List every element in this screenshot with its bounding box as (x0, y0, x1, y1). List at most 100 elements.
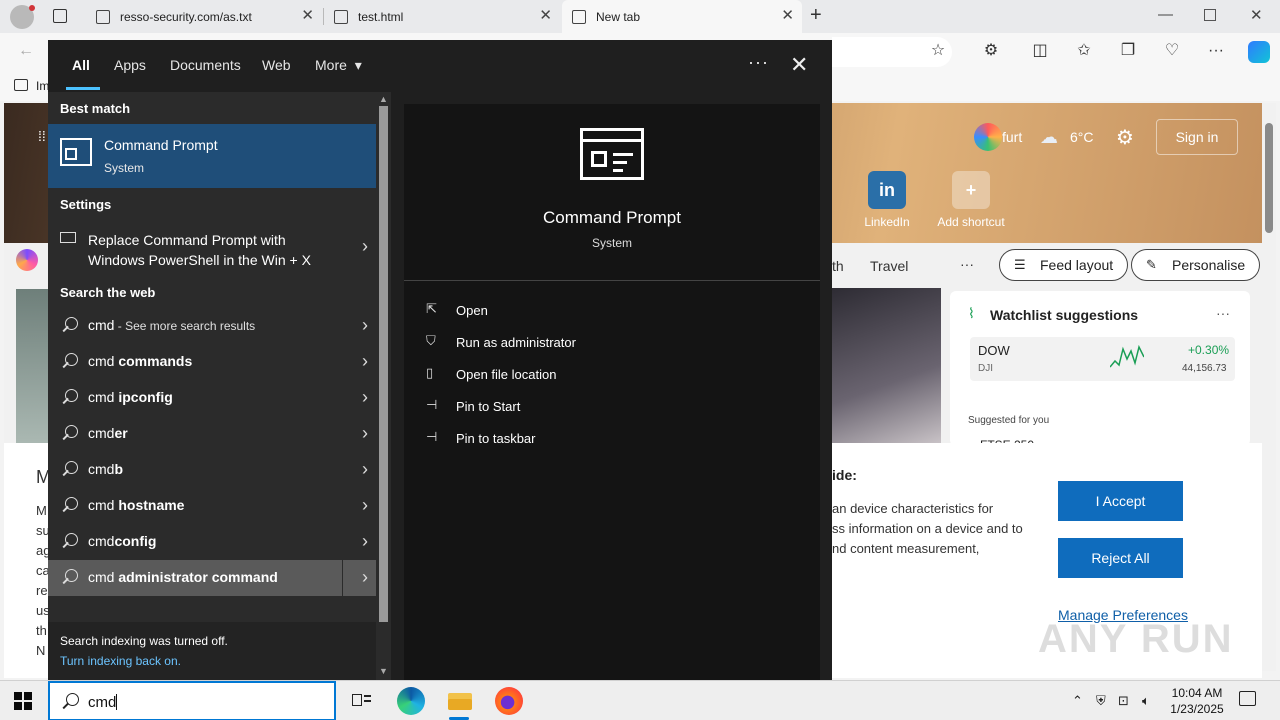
page-scroll-thumb[interactable] (1265, 123, 1273, 233)
settings-more-icon[interactable]: ··· (1206, 41, 1226, 61)
back-icon[interactable]: ← (16, 41, 36, 61)
tab-documents[interactable]: Documents (170, 57, 241, 73)
windows-start-icon[interactable] (14, 692, 32, 710)
profile-notification-dot (29, 5, 35, 11)
chevron-right-icon[interactable]: › (362, 315, 368, 336)
notification-icon[interactable] (1239, 691, 1256, 706)
web-result[interactable]: cmder › (48, 416, 376, 452)
turn-indexing-on-link[interactable]: Turn indexing back on. (60, 654, 181, 668)
copilot-badge-icon[interactable] (974, 123, 1002, 151)
taskbar-search-input[interactable]: cmd (48, 681, 336, 720)
split-screen-icon[interactable]: ◫ (1030, 41, 1050, 61)
start-search-flyout: All Apps Documents Web More ▾ ··· ✕ Best… (48, 40, 832, 680)
weather-temp[interactable]: 6°C (1070, 129, 1094, 145)
favorite-star-icon[interactable]: ☆ (928, 41, 948, 61)
web-result[interactable]: cmd ipconfig › (48, 380, 376, 416)
best-match-command-prompt[interactable]: Command Prompt System (48, 124, 376, 188)
add-icon: + (952, 171, 990, 209)
tab-web[interactable]: Web (262, 57, 291, 73)
close-tab-icon[interactable]: ✕ (781, 8, 794, 24)
close-tab-icon[interactable]: ✕ (301, 8, 314, 24)
more-options-icon[interactable]: ··· (748, 52, 769, 73)
close-tab-icon[interactable]: ✕ (539, 8, 552, 24)
tab-resso-security[interactable]: resso-security.com/as.txt ✕ (86, 0, 322, 33)
chevron-right-icon[interactable]: › (362, 423, 368, 444)
chevron-right-icon[interactable]: › (362, 387, 368, 408)
web-result[interactable]: cmdconfig › (48, 524, 376, 560)
network-icon[interactable]: ⊡ (1118, 693, 1129, 709)
watchlist-title[interactable]: Watchlist suggestions (990, 307, 1138, 323)
web-result[interactable]: cmd commands › (48, 344, 376, 380)
apps-launcher-icon[interactable]: ⁞⁞ (38, 128, 46, 144)
task-view-icon[interactable] (347, 687, 375, 715)
extensions-icon[interactable]: ⚙ (981, 41, 1001, 61)
web-result-highlighted[interactable]: cmd administrator command › (48, 560, 376, 596)
chevron-right-icon[interactable]: › (362, 567, 368, 588)
feed-layout-button[interactable]: ☰ Feed layout (999, 249, 1129, 281)
nav-item-partial[interactable]: th (832, 258, 844, 274)
shortcut-add[interactable]: + Add shortcut (936, 171, 1006, 229)
chevron-right-icon[interactable]: › (362, 351, 368, 372)
tab-label: New tab (596, 9, 641, 24)
defender-icon[interactable]: ⛨ (1096, 693, 1106, 709)
tab-apps[interactable]: Apps (114, 57, 146, 73)
tab-more[interactable]: More ▾ (315, 57, 362, 74)
edge-browser-icon[interactable] (397, 687, 425, 715)
personalise-button[interactable]: ✎ Personalise (1131, 249, 1261, 281)
search-icon (60, 692, 80, 712)
tab-actions-icon[interactable] (53, 9, 67, 23)
firefox-icon[interactable] (495, 687, 523, 715)
scroll-up-icon[interactable]: ▲ (379, 94, 388, 104)
new-tab-icon[interactable]: + (810, 4, 822, 27)
tab-label: resso-security.com/as.txt (120, 9, 252, 24)
web-result[interactable]: cmdb › (48, 452, 376, 488)
setting-replace-cmd[interactable]: Replace Command Prompt with Windows Powe… (48, 222, 376, 276)
stock-row-dow[interactable]: DOW DJI +0.30% 44,156.73 (970, 337, 1235, 381)
clock-time: 10:04 AM (1171, 686, 1223, 700)
location-text: furt (1002, 129, 1023, 145)
page-scrollbar[interactable] (1262, 103, 1276, 671)
restore-icon[interactable] (1204, 9, 1216, 21)
chevron-right-icon[interactable]: › (362, 459, 368, 480)
system-clock[interactable]: 10:04 AM 1/23/2025 (1162, 685, 1232, 717)
query-completion: config (114, 533, 157, 549)
tab-new-tab[interactable]: New tab ✕ (562, 0, 802, 33)
page-settings-icon[interactable]: ⚙ (1116, 125, 1134, 150)
reject-all-button[interactable]: Reject All (1058, 538, 1183, 578)
performance-icon[interactable]: ♡ (1162, 41, 1182, 61)
results-scroll-thumb[interactable] (379, 106, 388, 622)
tab-test-html[interactable]: test.html ✕ (324, 0, 560, 33)
file-explorer-icon[interactable] (446, 687, 474, 715)
import-favorites-icon[interactable] (14, 79, 28, 91)
watchlist-more-icon[interactable]: ··· (1216, 305, 1230, 321)
expand-result-button[interactable] (342, 560, 376, 596)
personalise-icon: ✎ (1146, 257, 1157, 272)
chevron-right-icon[interactable]: › (362, 236, 368, 257)
chevron-right-icon[interactable]: › (362, 495, 368, 516)
web-result[interactable]: cmd - See more search results › (48, 308, 376, 344)
query-prefix: cmd (88, 533, 115, 549)
shortcut-linkedin[interactable]: in LinkedIn (852, 171, 922, 229)
web-result-text: cmd commands (88, 353, 192, 369)
nav-more-button[interactable]: ··· (960, 256, 974, 272)
window-close-icon[interactable]: ✕ (1250, 6, 1263, 24)
favorites-icon[interactable]: ✩ (1074, 41, 1094, 61)
minimize-icon[interactable]: — (1158, 6, 1173, 23)
news-card-left[interactable] (16, 289, 50, 443)
collections-icon[interactable]: ❐ (1118, 41, 1138, 61)
pin-icon: ⊣ (426, 429, 438, 444)
news-card-image[interactable] (829, 288, 941, 443)
close-search-icon[interactable]: ✕ (790, 52, 808, 78)
accept-button[interactable]: I Accept (1058, 481, 1183, 521)
tab-all[interactable]: All (72, 57, 90, 73)
volume-icon[interactable]: 🔈︎ (1142, 693, 1150, 709)
stock-symbol: DOW (978, 343, 1010, 358)
chevron-right-icon[interactable]: › (362, 531, 368, 552)
copilot-icon[interactable] (1248, 41, 1270, 63)
sign-in-button[interactable]: Sign in (1156, 119, 1238, 155)
nav-item-travel[interactable]: Travel (870, 258, 908, 274)
results-scrollbar[interactable]: ▲ ▼ (376, 92, 391, 680)
scroll-down-icon[interactable]: ▼ (379, 666, 388, 676)
web-result[interactable]: cmd hostname › (48, 488, 376, 524)
chevron-up-icon[interactable]: ⌃ (1072, 693, 1083, 709)
